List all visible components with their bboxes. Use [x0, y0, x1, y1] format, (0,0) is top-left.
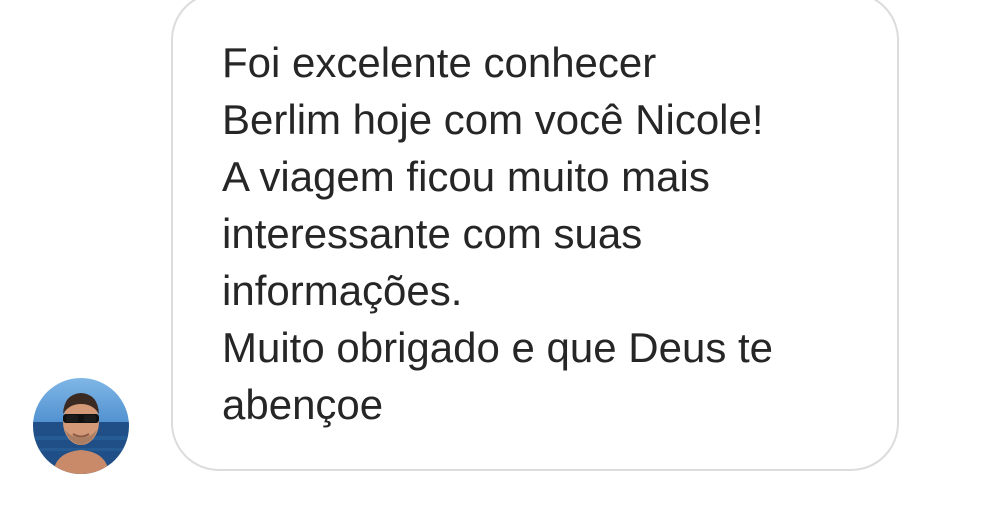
message-line: interessante com suas — [222, 210, 643, 257]
message-line: Muito obrigado e que Deus te — [222, 324, 774, 371]
message-text: Foi excelente conhecer Berlim hoje com v… — [222, 34, 882, 433]
message-line: A viagem ficou muito mais — [222, 153, 710, 200]
chat-thread: Foi excelente conhecer Berlim hoje com v… — [0, 0, 984, 513]
message-line: abençoe — [222, 381, 384, 428]
message-line: Berlim hoje com você Nicole! — [222, 96, 764, 143]
message-line: informações. — [222, 267, 463, 314]
avatar-photo-icon — [33, 378, 129, 474]
sender-avatar[interactable] — [33, 378, 129, 474]
incoming-message-bubble[interactable]: Foi excelente conhecer Berlim hoje com v… — [171, 0, 899, 471]
message-line: Foi excelente conhecer — [222, 39, 657, 86]
